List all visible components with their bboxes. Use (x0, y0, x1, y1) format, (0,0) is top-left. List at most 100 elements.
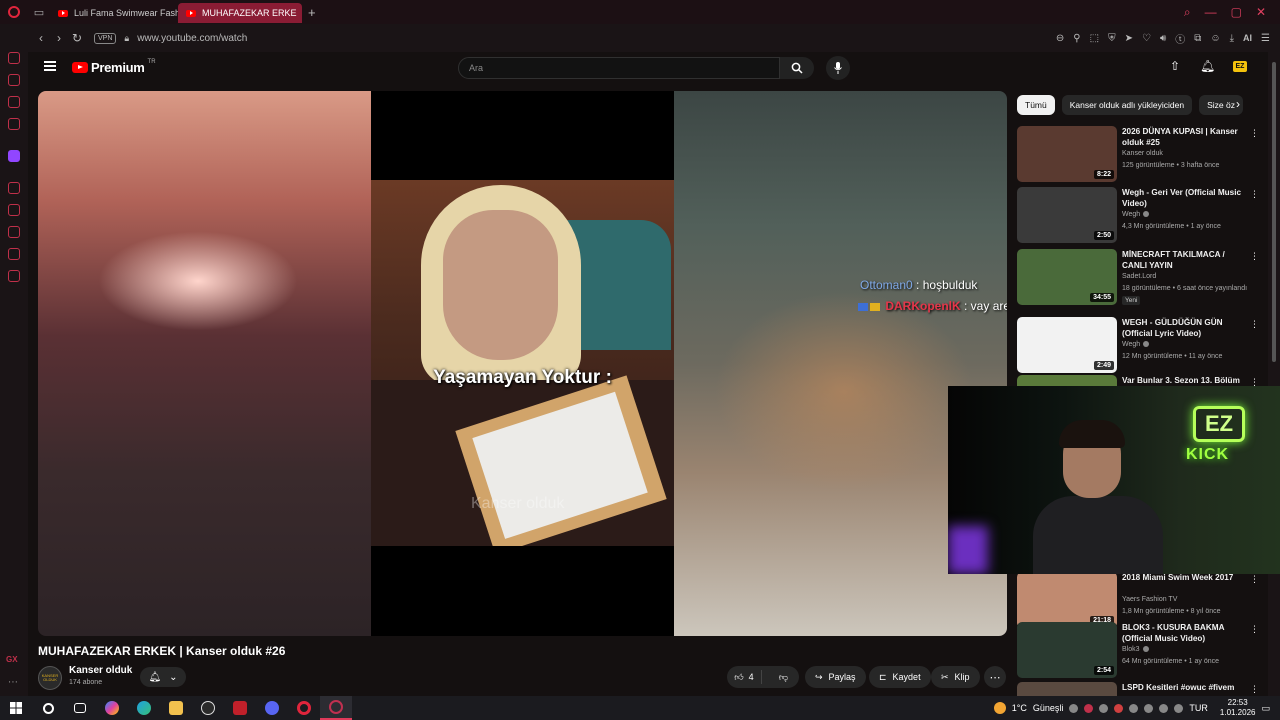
video-channel[interactable]: Yaers Fashion TV (1122, 596, 1177, 603)
heart-icon[interactable]: ♡ (1142, 33, 1151, 44)
ai-assistant-icon[interactable] (8, 52, 20, 64)
video-channel[interactable]: Sadet.Lord (1122, 273, 1156, 280)
tray-app-icon[interactable] (1114, 703, 1124, 713)
bookmarks-icon[interactable] (8, 204, 20, 216)
video-thumbnail[interactable] (1017, 682, 1117, 696)
network-icon[interactable] (1159, 703, 1169, 713)
search-tabs-icon[interactable]: ⌕ (1184, 5, 1191, 20)
opera-logo-icon[interactable] (0, 0, 28, 24)
video-title[interactable]: MİNECRAFT TAKILMACA / CANLI YAYIN (1122, 249, 1242, 271)
ai-button[interactable]: AI (1243, 33, 1252, 43)
url-field[interactable]: www.youtube.com/watch (137, 33, 247, 44)
recommended-video[interactable]: 2:50 Wegh - Geri Ver (Official Music Vide… (1017, 187, 1259, 245)
more-actions-button[interactable]: ⋯ (984, 666, 1006, 688)
video-channel[interactable]: Blok3 (1122, 646, 1149, 653)
minimize-button[interactable]: — (1205, 5, 1217, 20)
video-thumbnail[interactable]: 8:22 (1017, 126, 1117, 182)
video-options-icon[interactable]: ⋮ (1250, 624, 1259, 635)
reload-button[interactable]: ↻ (68, 31, 86, 45)
microphone-tray-icon[interactable] (1144, 703, 1154, 713)
video-player[interactable]: Yaşamayan Yoktur : Kanser olduk Ottoman0… (38, 91, 1007, 636)
volume-icon[interactable] (1174, 703, 1184, 713)
video-thumbnail[interactable]: 2:50 (1017, 187, 1117, 243)
video-options-icon[interactable]: ⋮ (1250, 574, 1259, 585)
pin-icon[interactable]: ⚲ (1073, 33, 1080, 44)
maximize-button[interactable]: ▢ (1231, 5, 1242, 20)
tab-luli-fama[interactable]: Luli Fama Swimwear Fash (50, 3, 178, 23)
volume-icon[interactable]: 🔊︎ (1160, 33, 1166, 44)
video-options-icon[interactable]: ⋮ (1250, 684, 1259, 695)
vpn-badge[interactable]: VPN (94, 32, 117, 44)
search-taskbar-button[interactable] (32, 696, 64, 720)
hamburger-menu-icon[interactable] (44, 61, 56, 71)
avatar[interactable]: EZ (1233, 61, 1247, 72)
settings-icon[interactable] (8, 270, 20, 282)
tab-muhafazekar[interactable]: MUHAFAZEKAR ERKE (178, 3, 302, 23)
obs-app[interactable] (192, 696, 224, 720)
save-button[interactable]: ⊏ Kaydet (869, 666, 931, 688)
extensions-rail-icon[interactable] (8, 248, 20, 260)
channel-name[interactable]: Kanser olduk (69, 665, 132, 676)
video-options-icon[interactable]: ⋮ (1250, 319, 1259, 330)
video-thumbnail[interactable]: 34:55 (1017, 249, 1117, 305)
notifications-icon[interactable]: ▭ (1261, 703, 1270, 714)
page-scrollbar[interactable] (1268, 52, 1280, 696)
voice-search-button[interactable] (826, 56, 850, 80)
back-button[interactable]: ‹ (32, 31, 50, 45)
video-channel[interactable]: Wegh (1122, 341, 1150, 348)
close-window-button[interactable]: ✕ (1256, 5, 1266, 20)
file-explorer-app[interactable] (160, 696, 192, 720)
tray-app-icon[interactable] (1099, 703, 1109, 713)
youtube-premium-logo[interactable]: Premium TR (72, 59, 156, 75)
discord-tray-icon[interactable] (1069, 703, 1079, 713)
like-button[interactable]: 👍︎ 4 (727, 670, 762, 684)
copilot-app[interactable] (96, 696, 128, 720)
video-options-icon[interactable]: ⋮ (1250, 251, 1259, 262)
tab-manager-icon[interactable]: ▭ (28, 0, 50, 24)
gx-icon[interactable]: GX (6, 655, 18, 664)
account-icon[interactable]: ☺ (1210, 33, 1220, 44)
recommended-video[interactable]: 8:22 2026 DÜNYA KUPASI | Kanser olduk #25… (1017, 126, 1259, 184)
discord-app[interactable] (256, 696, 288, 720)
notifications-bell-icon[interactable]: 🔔︎ (1200, 59, 1215, 73)
language-indicator[interactable]: TUR (1189, 703, 1208, 713)
snapshot-icon[interactable]: ⬚ (1090, 33, 1099, 44)
forward-button[interactable]: › (50, 31, 68, 45)
twitch-icon[interactable] (8, 150, 20, 162)
voicemod-app[interactable] (224, 696, 256, 720)
recommended-video[interactable]: 34:55 MİNECRAFT TAKILMACA / CANLI YAYIN Sa… (1017, 249, 1259, 307)
video-options-icon[interactable]: ⋮ (1250, 128, 1259, 139)
recommended-video[interactable]: 2:49 WEGH - GÜLDÜĞÜN GÜN (Official Lyric … (1017, 317, 1259, 375)
history-icon[interactable] (8, 226, 20, 238)
chip-all[interactable]: Tümü (1017, 95, 1055, 115)
temperature[interactable]: 1°C (1012, 703, 1027, 713)
clock[interactable]: 22:53 1.01.2026 (1220, 698, 1256, 718)
video-options-icon[interactable]: ⋮ (1250, 189, 1259, 200)
video-title[interactable]: LSPD Kesitleri #owuc #fivem (1122, 682, 1242, 693)
tray-app-icon[interactable] (1129, 703, 1139, 713)
video-channel[interactable]: Kanser olduk (1122, 150, 1163, 157)
video-title[interactable]: Var Bunlar 3. Sezon 13. Bölüm (1122, 375, 1242, 386)
video-title[interactable]: Wegh - Geri Ver (Official Music Video) (1122, 187, 1242, 209)
adblock-icon[interactable]: ⛨ (1108, 33, 1116, 44)
recommended-video[interactable]: 2:54 BLOK3 - KUSURA BAKMA (Official Music… (1017, 622, 1259, 680)
video-title[interactable]: 2026 DÜNYA KUPASI | Kanser olduk #25 (1122, 126, 1242, 148)
menu-icon[interactable]: ☰ (1261, 33, 1270, 44)
chip-from-uploader[interactable]: Kanser olduk adlı yükleyiciden (1061, 95, 1193, 115)
video-thumbnail[interactable]: 2:49 (1017, 317, 1117, 373)
video-title[interactable]: WEGH - GÜLDÜĞÜN GÜN (Official Lyric Vide… (1122, 317, 1242, 339)
more-icon[interactable]: ⋯ (8, 677, 18, 688)
shopping-icon[interactable] (8, 74, 20, 86)
clip-button[interactable]: ✂ Klip (931, 666, 980, 688)
opera-app[interactable] (288, 696, 320, 720)
video-title[interactable]: BLOK3 - KUSURA BAKMA (Official Music Vid… (1122, 622, 1242, 644)
instagram-icon[interactable] (8, 118, 20, 130)
subscription-bell-button[interactable]: 🔔︎ ⌄ (140, 667, 186, 687)
new-tab-button[interactable]: + (302, 5, 322, 20)
start-button[interactable] (0, 696, 32, 720)
send-icon[interactable]: ➤ (1125, 33, 1133, 44)
channel-avatar[interactable]: KANSER OLDUK (38, 666, 62, 690)
search-button[interactable] (780, 57, 814, 79)
extensions-icon[interactable]: ⧉ (1194, 33, 1201, 44)
weather-icon[interactable] (993, 702, 1006, 714)
